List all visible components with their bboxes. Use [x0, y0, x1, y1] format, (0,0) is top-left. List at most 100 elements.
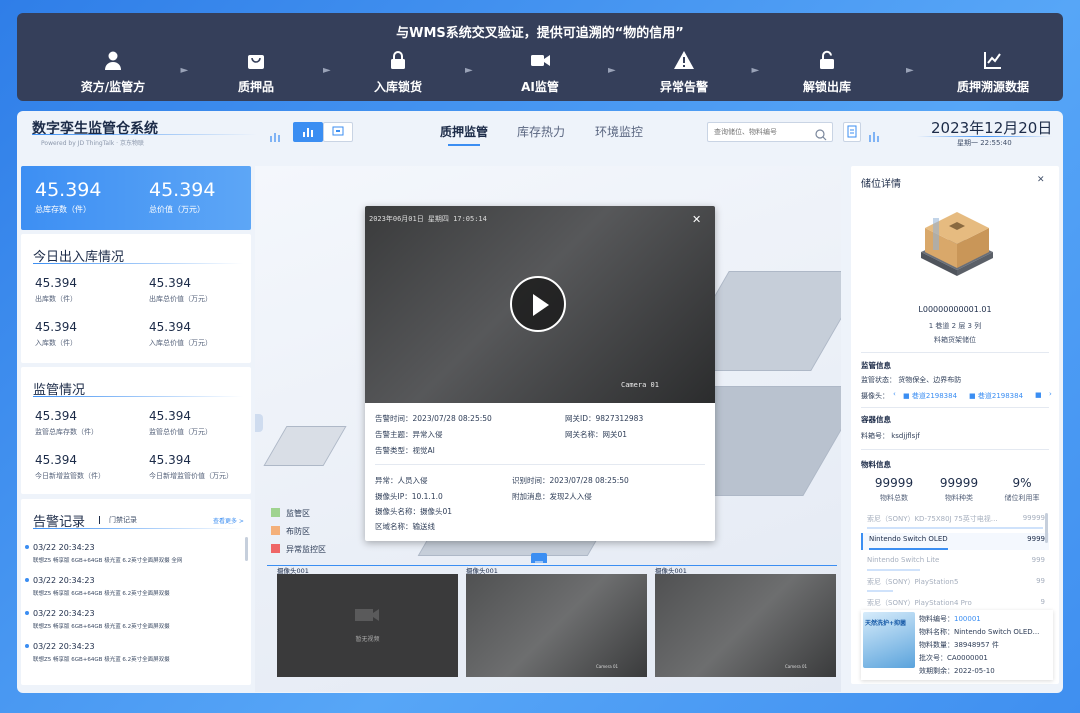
tab-environment[interactable]: 环境监控	[595, 123, 643, 140]
flow-step-label: 资方/监管方	[80, 80, 146, 94]
camera-tag: Camera 01	[621, 381, 659, 389]
product-image: 天然洗护+抑菌	[863, 612, 915, 668]
legend-swatch	[271, 508, 280, 517]
total-stock-value: 45.394	[35, 179, 102, 201]
alarm-text: 联想Z5 畅享版 6GB+64GB 极光蓝 6.2英寸全面屏双摄	[33, 657, 170, 663]
location-detail-panel: 储位详情 ✕ L00000000001.01 1 巷道 2 层 3 列 料箱货架…	[851, 166, 1059, 684]
camera-link-1[interactable]: ■ 巷道2198384	[903, 391, 957, 401]
legend-swatch	[271, 544, 280, 553]
card-divider	[33, 528, 243, 529]
material-stat: 99999 物料种类	[934, 476, 984, 503]
camera-feed-3[interactable]: 摄像头001 Camera 01	[655, 567, 836, 677]
material-detail-card: 天然洗护+抑菌 物料编号：100001 物料名称：Nintendo Switch …	[861, 610, 1053, 680]
video-icon: ■	[903, 392, 910, 400]
material-list-item[interactable]: Nintendo Switch Lite 999	[861, 554, 1049, 571]
legend-item: 异常监控区	[271, 544, 326, 555]
alarm-scrollbar[interactable]	[245, 537, 248, 561]
alarm-text: 联想Z5 畅享版 6GB+64GB 极光蓝 6.2英寸全面屏双摄 全网	[33, 558, 183, 564]
arrow-right-icon: ►	[323, 65, 331, 76]
user-icon	[105, 51, 121, 70]
scene-collapse-handle[interactable]	[255, 414, 263, 432]
header: 数字孪生监管仓系统 Powered by JD ThingTalk · 京东物联…	[17, 111, 1063, 155]
chart-icon	[984, 52, 1001, 69]
warehouse-3d-scene[interactable]: 监管区 布防区 异常监控区 2023年06月01日 星期四 17:05:14 ✕…	[255, 166, 841, 692]
material-list-item[interactable]: Nintendo Switch OLED 9999	[861, 533, 1049, 550]
video-icon[interactable]: ■	[1035, 391, 1042, 399]
supervision-state: 监管状态： 货物保全、边界布防	[861, 376, 962, 384]
view-more-link[interactable]: 查看更多 >	[213, 516, 244, 525]
alarm-text: 联想Z5 畅享版 6GB+64GB 极光蓝 6.2英寸全面屏双摄	[33, 624, 170, 630]
material-list-scrollbar[interactable]	[1045, 513, 1048, 543]
tab-inventory-heat[interactable]: 库存热力	[517, 123, 565, 140]
info-row: 告警时间：2023/07/28 08:25:50	[375, 414, 492, 423]
camera-strip-line	[267, 565, 837, 566]
flow-step: 解锁出库	[767, 49, 887, 95]
arrow-right-icon: ►	[751, 65, 760, 76]
stat-label: 出库总价值（万元）	[149, 295, 212, 303]
alarm-item[interactable]: 03/22 20:34:23 联想Z5 畅享版 6GB+64GB 极光蓝 6.2英…	[25, 543, 183, 564]
camera-tag: Camera 01	[596, 664, 619, 669]
alarm-text: 联想Z5 畅享版 6GB+64GB 极光蓝 6.2英寸全面屏双摄	[33, 591, 170, 597]
tab-access-records[interactable]: 门禁记录	[109, 515, 137, 525]
material-qty-bar	[867, 527, 1043, 529]
bars-icon	[869, 127, 881, 142]
total-value-value: 45.394	[149, 179, 216, 201]
brand-title: 数字孪生监管仓系统	[32, 121, 158, 137]
lock-icon	[391, 51, 405, 69]
info-row: 网关名称：网关01	[565, 430, 628, 439]
tab-pledge-supervision[interactable]: 质押监管	[440, 123, 488, 146]
material-stat: 9% 储位利用率	[997, 476, 1047, 503]
video-player[interactable]: 2023年06月01日 星期四 17:05:14 ✕ Camera 01	[365, 206, 715, 403]
info-divider	[375, 464, 705, 465]
arrow-right-icon: ►	[465, 65, 473, 76]
stat-value: 99999	[939, 476, 979, 490]
play-button[interactable]	[510, 276, 566, 332]
chevron-right-icon[interactable]: ›	[1049, 390, 1052, 398]
time-display: 星期一 22:55:40	[957, 139, 1012, 147]
alarm-video-modal: 2023年06月01日 星期四 17:05:14 ✕ Camera 01 告警时…	[365, 206, 715, 541]
search-icon[interactable]	[815, 126, 827, 141]
flow-step-label: AI监管	[521, 80, 559, 94]
card-divider	[33, 263, 243, 264]
alarm-item[interactable]: 03/22 20:34:23 联想Z5 畅享版 6GB+64GB 极光蓝 6.2英…	[25, 642, 170, 663]
camera-icon	[353, 604, 381, 626]
report-icon[interactable]	[843, 122, 861, 142]
stat-label: 入库数（件）	[35, 339, 77, 347]
camera-feed-2[interactable]: 摄像头001 Camera 01	[466, 567, 647, 677]
material-list-item[interactable]: 索尼（SONY）KD-75X80J 75英寸电视… 99999	[861, 512, 1049, 529]
camera-feed-1[interactable]: 摄像头001 暂无视频	[277, 567, 458, 677]
camera-label: 摄像头：	[861, 392, 889, 400]
alarm-time: 03/22 20:34:23	[33, 642, 95, 651]
box-number: 料箱号： ksdjjflsjf	[861, 432, 920, 440]
main-panel: 数字孪生监管仓系统 Powered by JD ThingTalk · 京东物联…	[17, 111, 1063, 693]
brand-subtitle: Powered by JD ThingTalk · 京东物联	[41, 140, 144, 147]
close-icon[interactable]: ✕	[1037, 175, 1045, 185]
material-field: 效期剩余：2022-05-10	[919, 667, 995, 675]
material-list-item[interactable]: 索尼（SONY）PlayStation5 99	[861, 575, 1049, 592]
product-image-text: 天然洗护+抑菌	[865, 620, 907, 627]
material-info-heading: 物料信息	[861, 460, 891, 469]
stat-value: 99999	[874, 476, 914, 490]
camera-title: 摄像头001	[655, 567, 687, 575]
panel-toggle-icon[interactable]	[531, 553, 547, 566]
divider	[861, 449, 1049, 450]
supervision-info-heading: 监管信息	[861, 361, 891, 370]
legend-item: 布防区	[271, 526, 326, 537]
info-row: 告警类型：视觉AI	[375, 446, 435, 455]
view-toggle-chart[interactable]	[293, 122, 323, 142]
view-toggle-panel[interactable]	[323, 122, 353, 142]
stat-label: 监管总库存数（件）	[35, 428, 98, 436]
detail-title: 储位详情	[861, 179, 901, 190]
date-underline	[917, 136, 1052, 137]
flow-step: 质押品	[196, 49, 316, 95]
chevron-left-icon[interactable]: ‹	[893, 390, 896, 398]
close-icon[interactable]: ✕	[692, 213, 701, 226]
alarm-item[interactable]: 03/22 20:34:23 联想Z5 畅享版 6GB+64GB 极光蓝 6.2英…	[25, 576, 170, 597]
alarm-item[interactable]: 03/22 20:34:23 联想Z5 畅享版 6GB+64GB 极光蓝 6.2英…	[25, 609, 170, 630]
divider	[861, 407, 1049, 408]
stat-label: 监管总价值（万元）	[149, 428, 212, 436]
stat-value: 9%	[1012, 476, 1032, 490]
alarm-tab-separator	[99, 516, 100, 524]
flow-step: 异常告警	[624, 49, 744, 95]
camera-link-2[interactable]: ■ 巷道2198384	[969, 391, 1023, 401]
